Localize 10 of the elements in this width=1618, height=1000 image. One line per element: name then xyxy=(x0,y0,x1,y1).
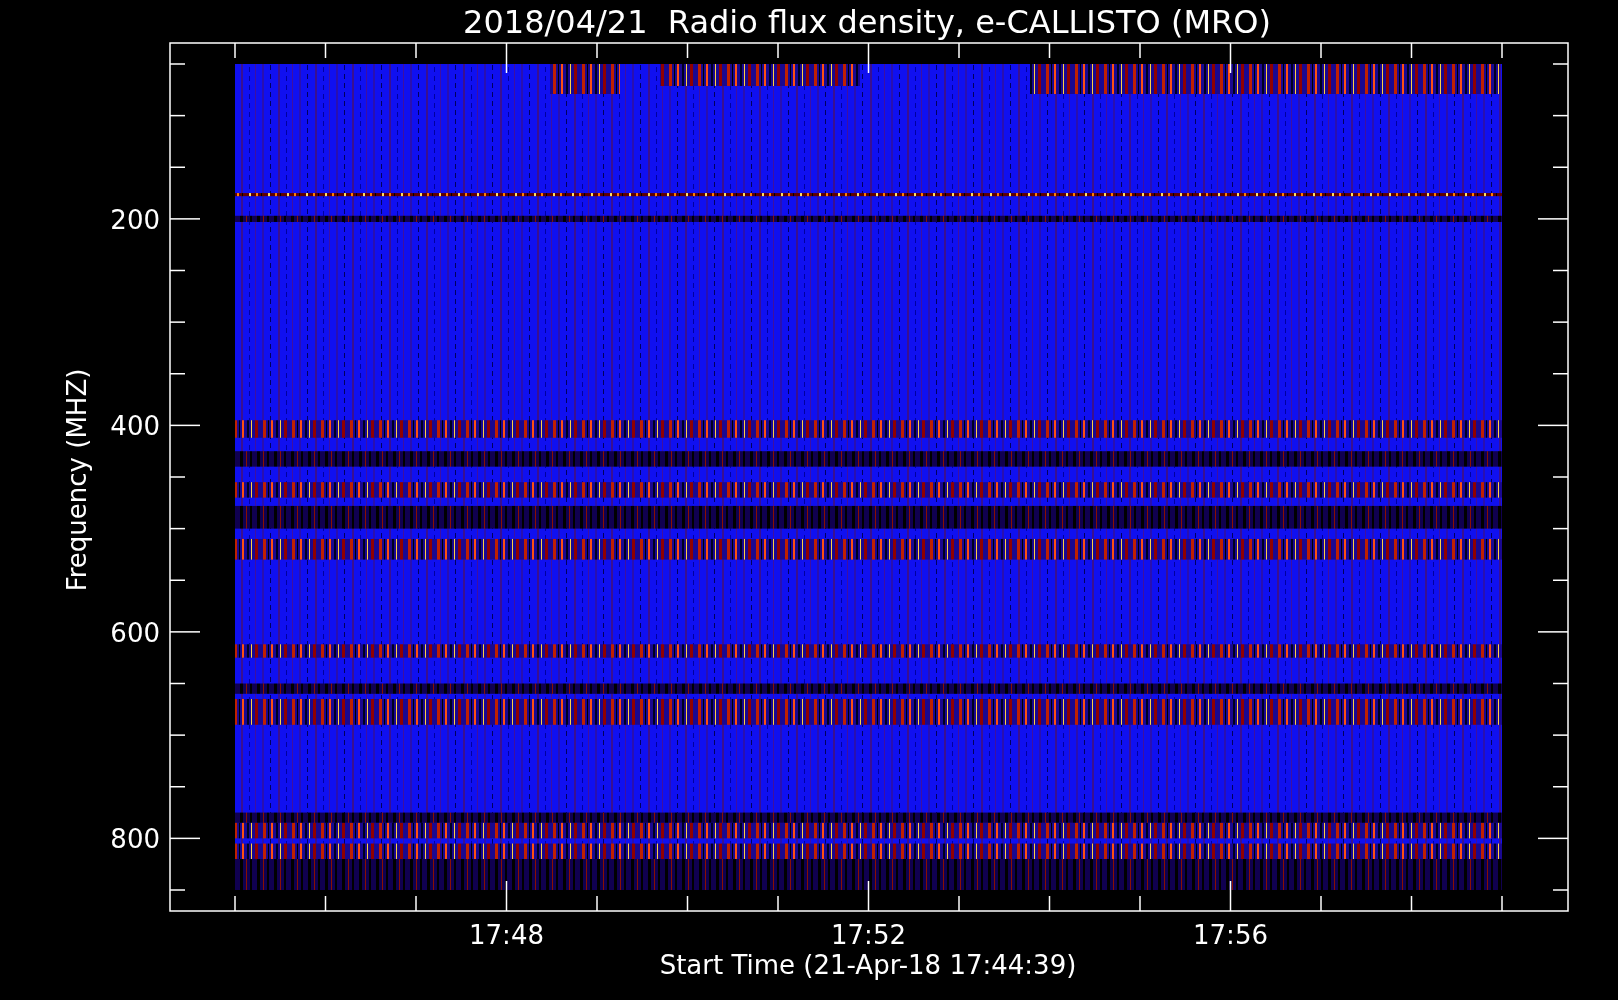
axis-label: Start Time (21-Apr-18 17:44:39) xyxy=(659,950,1077,980)
tick-label: 800 xyxy=(110,824,160,855)
tick-label: 400 xyxy=(110,411,160,442)
axis-label: Frequency (MHZ) xyxy=(62,368,92,592)
tick-label: 200 xyxy=(110,204,160,235)
plot-title: 2018/04/21 Radio flux density, e-CALLISTO (MRO) xyxy=(463,3,1271,41)
tick-label: 17:48 xyxy=(469,920,544,950)
tick-label: 600 xyxy=(110,617,160,648)
tick-label: 17:56 xyxy=(1193,920,1268,950)
tick-label: 17:52 xyxy=(831,920,906,950)
